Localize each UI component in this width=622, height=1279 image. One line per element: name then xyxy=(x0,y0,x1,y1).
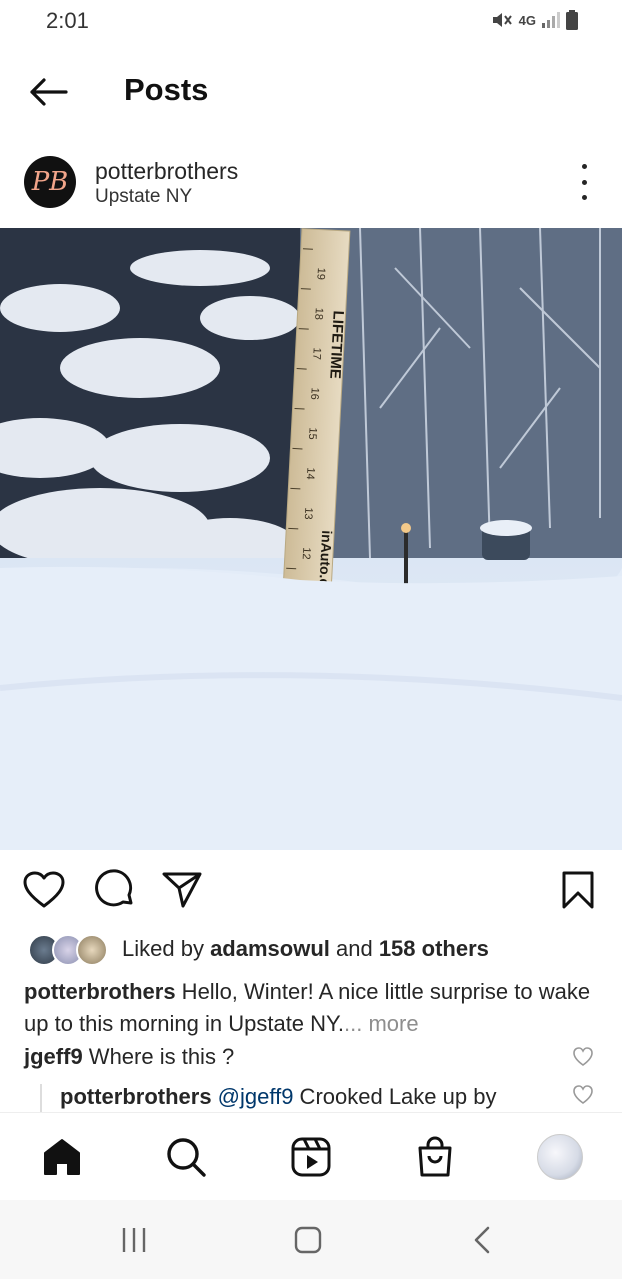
status-bar: 2:01 4G xyxy=(0,0,622,44)
home-system-button[interactable] xyxy=(288,1220,328,1260)
status-icons: 4G xyxy=(491,10,578,30)
ruler-mark: 17 xyxy=(310,347,323,360)
system-nav-bar xyxy=(0,1200,622,1279)
more-options-button[interactable] xyxy=(570,164,598,200)
shopping-bag-icon xyxy=(418,1136,452,1177)
post-actions xyxy=(0,862,622,918)
back-system-button[interactable] xyxy=(462,1220,502,1260)
ruler-mark: 19 xyxy=(314,267,327,280)
liker-username[interactable]: adamsowul xyxy=(210,936,330,961)
ruler-mark: 12 xyxy=(300,547,313,560)
network-label: 4G xyxy=(518,12,536,28)
battery-icon xyxy=(566,10,578,30)
save-button[interactable] xyxy=(556,868,600,912)
ruler-mark: 13 xyxy=(302,507,315,520)
avatar xyxy=(76,934,108,966)
comment-like-icon[interactable] xyxy=(572,1046,594,1068)
avatar[interactable]: PB xyxy=(24,156,76,208)
arrow-left-icon xyxy=(30,78,68,106)
dot-icon xyxy=(581,195,587,200)
share-button[interactable] xyxy=(160,868,204,912)
likes-others[interactable]: 158 others xyxy=(379,936,489,961)
heart-icon xyxy=(23,871,65,908)
home-square-icon xyxy=(294,1226,322,1254)
like-button[interactable] xyxy=(22,868,66,912)
comment-username[interactable]: jgeff9 xyxy=(24,1044,83,1069)
nav-search[interactable] xyxy=(162,1133,210,1181)
ruler-mark: 18 xyxy=(312,307,325,320)
nav-shop[interactable] xyxy=(411,1133,459,1181)
page-title: Posts xyxy=(124,72,209,107)
ruler-brand: LIFETIME xyxy=(326,310,347,379)
avatar xyxy=(537,1134,583,1180)
reels-icon xyxy=(291,1137,331,1177)
signal-icon xyxy=(542,12,560,28)
bookmark-icon xyxy=(562,871,594,909)
nav-profile[interactable] xyxy=(536,1133,584,1181)
caption-username[interactable]: potterbrothers xyxy=(24,979,176,1004)
reply-item: potterbrothers @jgeff9 Crooked Lake up b… xyxy=(40,1084,580,1114)
post-location[interactable]: Upstate NY xyxy=(95,186,192,208)
dot-icon xyxy=(581,179,587,185)
comment-button[interactable] xyxy=(92,868,136,912)
likes-summary[interactable]: Liked by adamsowul and 158 others xyxy=(0,930,622,970)
status-time: 2:01 xyxy=(46,8,89,33)
reply-like-icon[interactable] xyxy=(572,1084,594,1106)
ruler-mark: 14 xyxy=(304,467,317,480)
likes-middle: and xyxy=(329,936,379,961)
ruler-mark: 15 xyxy=(306,427,319,440)
post-image[interactable]: 19 18 17 16 15 14 13 12 11 LIFETIME inAu… xyxy=(0,228,622,850)
reply-username[interactable]: potterbrothers xyxy=(60,1084,212,1109)
send-icon xyxy=(162,872,202,908)
reply-text: Crooked Lake up by xyxy=(293,1084,497,1109)
recent-apps-button[interactable] xyxy=(114,1220,154,1260)
comment-icon xyxy=(95,869,133,907)
likes-text: Liked by adamsowul and 158 others xyxy=(122,936,489,962)
bottom-nav xyxy=(0,1112,622,1200)
reply-mention[interactable]: @jgeff9 xyxy=(212,1084,294,1109)
recent-apps-icon xyxy=(122,1228,146,1252)
search-icon xyxy=(167,1138,206,1177)
likes-prefix: Liked by xyxy=(122,936,211,961)
liker-avatars xyxy=(28,934,108,966)
caption-more-link[interactable]: ... more xyxy=(344,1011,419,1036)
snow-scene-illustration: 19 18 17 16 15 14 13 12 11 LIFETIME inAu… xyxy=(0,228,622,850)
avatar-logo: PB xyxy=(31,167,69,197)
post-username[interactable]: potterbrothers xyxy=(95,158,238,185)
chevron-left-icon xyxy=(474,1226,490,1254)
dot-icon xyxy=(581,164,587,169)
comment-item: jgeff9 Where is this ? xyxy=(24,1044,584,1070)
post-caption: potterbrothers Hello, Winter! A nice lit… xyxy=(24,976,598,1040)
ruler-mark: 16 xyxy=(308,387,321,400)
home-icon xyxy=(44,1139,80,1175)
comment-text: Where is this ? xyxy=(82,1044,235,1069)
nav-reels[interactable] xyxy=(287,1133,335,1181)
page-header: Posts xyxy=(0,60,622,124)
mute-icon xyxy=(492,13,512,27)
back-button[interactable] xyxy=(26,74,70,110)
post-header: PB potterbrothers Upstate NY xyxy=(0,146,622,224)
nav-home[interactable] xyxy=(38,1133,86,1181)
